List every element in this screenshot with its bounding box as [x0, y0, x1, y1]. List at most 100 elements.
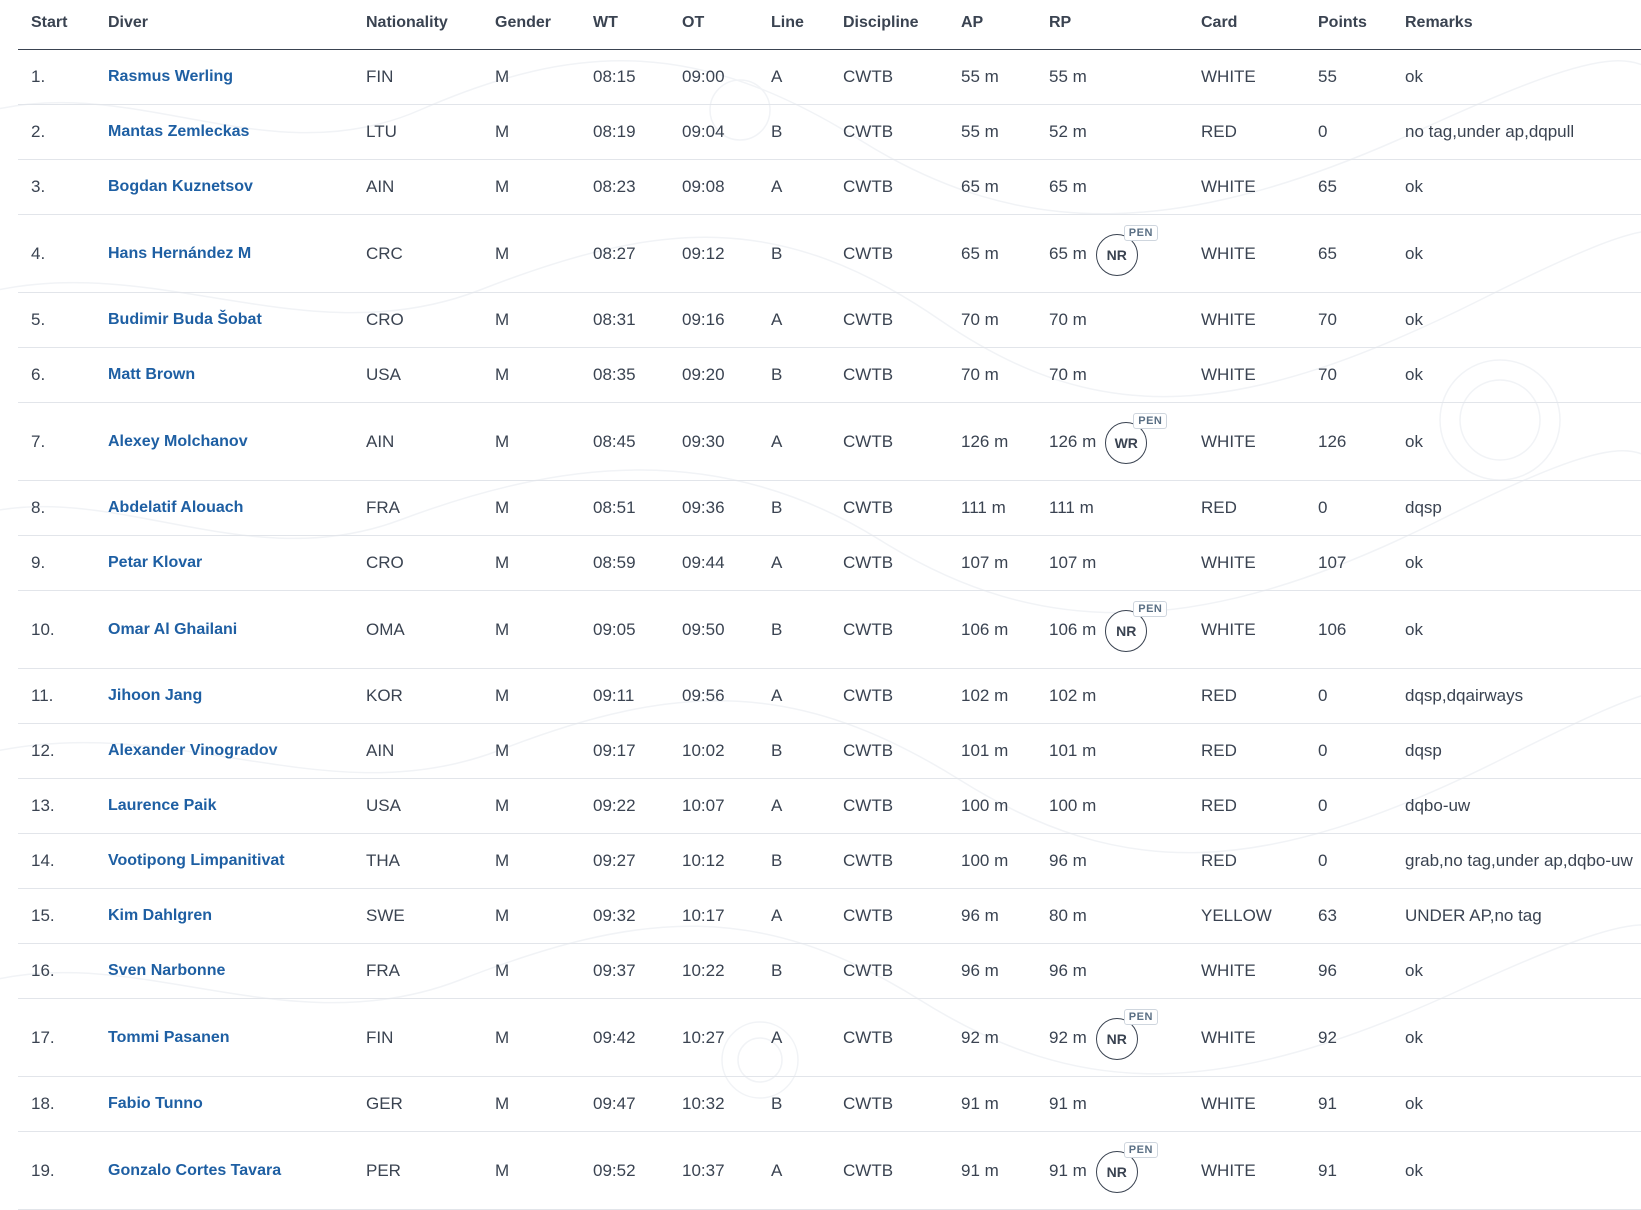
header-wt[interactable]: WT: [593, 0, 618, 49]
remarks: dqsp,dqairways: [1405, 686, 1524, 705]
diver-link[interactable]: Kim Dahlgren: [108, 907, 212, 925]
record-badge-label: NR: [1106, 1163, 1127, 1180]
realized-performance: 70 m: [1049, 293, 1087, 347]
remarks: ok: [1405, 619, 1423, 639]
discipline: CWTB: [843, 310, 894, 329]
gender: M: [495, 796, 510, 815]
line: B: [771, 961, 783, 980]
start-number: 19.: [31, 1160, 55, 1180]
discipline: CWTB: [843, 243, 894, 263]
warmup-time: 08:51: [593, 498, 636, 517]
gender: M: [495, 431, 510, 451]
card: RED: [1201, 498, 1237, 517]
points: 70: [1318, 310, 1337, 329]
start-number: 13.: [31, 796, 55, 815]
diver-link[interactable]: Alexander Vinogradov: [108, 742, 278, 760]
header-nationality[interactable]: Nationality: [366, 0, 448, 49]
official-time: 10:27: [682, 1027, 725, 1047]
diver-link[interactable]: Matt Brown: [108, 366, 195, 384]
line: A: [771, 906, 783, 925]
realized-performance: 101 m: [1049, 724, 1096, 778]
table-row: 6. Matt Brown USA M 08:35 09:20 B CWTB 70 m 70 m W…: [18, 348, 1641, 403]
remarks: grab,no tag,under ap,dqbo-uw: [1405, 851, 1633, 870]
header-rp[interactable]: RP: [1049, 0, 1071, 49]
official-time: 09:44: [682, 553, 725, 572]
header-diver[interactable]: Diver: [108, 0, 148, 49]
record-badge-label: NR: [1106, 1030, 1127, 1047]
card: RED: [1201, 122, 1237, 141]
realized-performance: 92 m NR PEN: [1049, 999, 1158, 1076]
diver-link[interactable]: Abdelatif Alouach: [108, 499, 243, 517]
diver-link[interactable]: Hans Hernández M: [108, 245, 251, 263]
diver-cell: Gonzalo Cortes Tavara: [108, 1132, 281, 1209]
header-ot[interactable]: OT: [682, 0, 704, 49]
diver-link[interactable]: Gonzalo Cortes Tavara: [108, 1162, 281, 1180]
remarks: ok: [1405, 1027, 1423, 1047]
header-gender[interactable]: Gender: [495, 0, 551, 49]
diver-link[interactable]: Rasmus Werling: [108, 68, 233, 86]
header-discipline[interactable]: Discipline: [843, 0, 919, 49]
diver-link[interactable]: Sven Narbonne: [108, 962, 225, 980]
gender: M: [495, 741, 510, 760]
diver-link[interactable]: Fabio Tunno: [108, 1095, 203, 1113]
realized-performance: 91 m: [1049, 1077, 1087, 1131]
realized-performance: 91 m NR PEN: [1049, 1132, 1158, 1209]
start-number: 1.: [31, 67, 46, 86]
header-line[interactable]: Line: [771, 0, 804, 49]
realized-performance: 102 m: [1049, 669, 1096, 723]
nationality: PER: [366, 1160, 401, 1180]
diver-link[interactable]: Jihoon Jang: [108, 687, 202, 705]
nationality: FIN: [366, 1027, 394, 1047]
diver-link[interactable]: Vootipong Limpanitivat: [108, 852, 285, 870]
announced-performance: 111 m: [961, 498, 1006, 517]
gender: M: [495, 1160, 510, 1180]
header-points[interactable]: Points: [1318, 0, 1367, 49]
header-start[interactable]: Start: [31, 0, 67, 49]
warmup-time: 09:47: [593, 1094, 636, 1113]
diver-link[interactable]: Laurence Paik: [108, 797, 217, 815]
start-number: 9.: [31, 553, 46, 572]
header-remarks[interactable]: Remarks: [1405, 0, 1473, 49]
table-row: 10. Omar Al Ghailani OMA M 09:05 09:50 B CWTB 10…: [18, 591, 1641, 669]
header-card[interactable]: Card: [1201, 0, 1237, 49]
rp-value: 91 m: [1049, 1160, 1087, 1180]
record-badge: WR PEN: [1105, 412, 1168, 464]
diver-link[interactable]: Omar Al Ghailani: [108, 621, 237, 639]
header-ap[interactable]: AP: [961, 0, 983, 49]
realized-performance: 111 m: [1049, 481, 1094, 535]
start-number: 3.: [31, 177, 46, 196]
nationality: CRO: [366, 553, 404, 572]
official-time: 09:08: [682, 177, 725, 196]
diver-link[interactable]: Tommi Pasanen: [108, 1029, 230, 1047]
diver-link[interactable]: Mantas Zemleckas: [108, 123, 249, 141]
remarks: ok: [1405, 310, 1423, 329]
card: YELLOW: [1201, 906, 1272, 925]
rp-value: 106 m: [1049, 619, 1097, 639]
remarks: ok: [1405, 431, 1423, 451]
discipline: CWTB: [843, 1094, 894, 1113]
discipline: CWTB: [843, 67, 894, 86]
points: 0: [1318, 796, 1328, 815]
card: RED: [1201, 741, 1237, 760]
diver-link[interactable]: Alexey Molchanov: [108, 433, 248, 451]
remarks: ok: [1405, 177, 1423, 196]
diver-link[interactable]: Petar Klovar: [108, 554, 202, 572]
points: 0: [1318, 686, 1328, 705]
remarks: ok: [1405, 243, 1423, 263]
card: WHITE: [1201, 67, 1256, 86]
warmup-time: 09:11: [593, 686, 635, 705]
diver-cell: Matt Brown: [108, 348, 195, 402]
start-number: 2.: [31, 122, 46, 141]
rp-value: 100 m: [1049, 796, 1097, 815]
warmup-time: 08:45: [593, 431, 636, 451]
card: WHITE: [1201, 310, 1256, 329]
nationality: THA: [366, 851, 400, 870]
nationality: USA: [366, 365, 401, 384]
official-time: 09:04: [682, 122, 725, 141]
diver-link[interactable]: Bogdan Kuznetsov: [108, 178, 253, 196]
announced-performance: 96 m: [961, 906, 999, 925]
start-number: 6.: [31, 365, 46, 384]
line: A: [771, 796, 783, 815]
table-row: 19. Gonzalo Cortes Tavara PER M 09:52 10:37 A C…: [18, 1132, 1641, 1210]
diver-link[interactable]: Budimir Buda Šobat: [108, 311, 262, 329]
